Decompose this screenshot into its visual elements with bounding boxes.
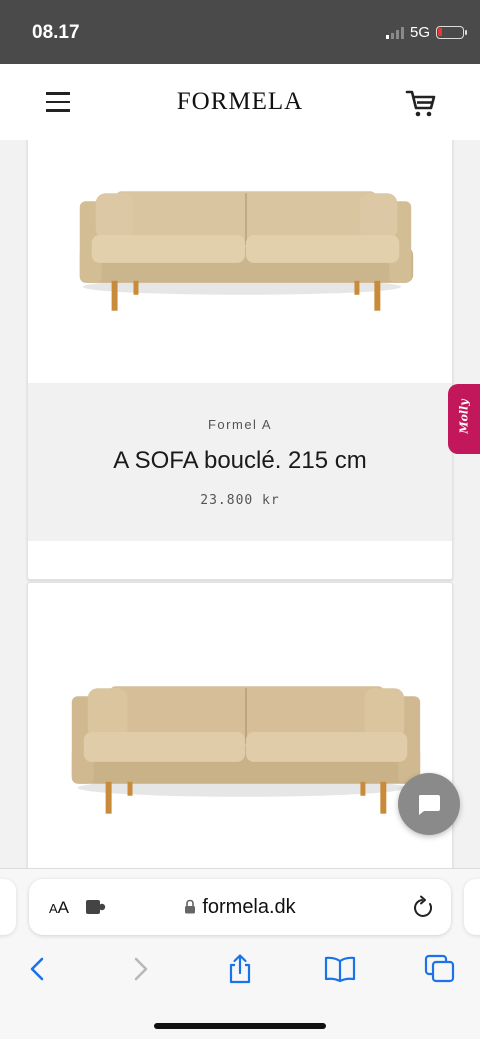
reload-icon[interactable] xyxy=(413,895,435,919)
product-list: Formel A A SOFA bouclé. 215 cm 23.800 kr xyxy=(0,140,480,868)
bookmarks-icon xyxy=(324,956,356,983)
chat-button[interactable] xyxy=(398,773,460,835)
bookmarks-button[interactable] xyxy=(320,949,360,989)
product-image[interactable] xyxy=(28,668,452,818)
browser-toolbar: AA formela.dk xyxy=(0,868,480,1039)
home-indicator xyxy=(154,1023,326,1029)
url-text: formela.dk xyxy=(202,896,296,918)
molly-side-tab[interactable]: Molly xyxy=(448,384,480,454)
status-bar: 08.17 5G xyxy=(0,0,480,64)
product-card[interactable] xyxy=(27,582,453,868)
forward-button[interactable] xyxy=(120,949,160,989)
chat-bubble-icon xyxy=(419,795,440,815)
status-indicators: 5G xyxy=(385,24,467,41)
back-icon xyxy=(30,957,44,981)
battery-icon xyxy=(436,26,467,39)
molly-label: Molly xyxy=(457,399,471,434)
product-name[interactable]: A SOFA bouclé. 215 cm xyxy=(28,447,452,475)
product-card[interactable]: Formel A A SOFA bouclé. 215 cm 23.800 kr xyxy=(27,140,453,580)
forward-icon xyxy=(134,957,148,981)
network-label: 5G xyxy=(409,24,430,41)
url-display[interactable]: formela.dk xyxy=(29,896,451,919)
site-header: FORMELA xyxy=(0,64,480,140)
status-time: 08.17 xyxy=(32,22,80,43)
signal-icon xyxy=(385,26,404,39)
product-info[interactable]: Formel A A SOFA bouclé. 215 cm 23.800 kr xyxy=(28,383,452,541)
product-brand: Formel A xyxy=(207,417,272,432)
previous-tab-preview[interactable] xyxy=(0,879,16,935)
product-price: 23.800 kr xyxy=(200,493,280,508)
product-image[interactable] xyxy=(28,177,452,317)
share-button[interactable] xyxy=(220,949,260,989)
shopping-cart-icon[interactable] xyxy=(404,86,438,120)
browser-nav-row xyxy=(0,949,480,989)
next-tab-preview[interactable] xyxy=(464,879,480,935)
tabs-button[interactable] xyxy=(420,949,460,989)
address-bar[interactable]: AA formela.dk xyxy=(29,879,451,935)
lock-icon xyxy=(185,899,196,914)
tabs-icon xyxy=(424,954,455,983)
share-icon xyxy=(229,954,251,984)
back-button[interactable] xyxy=(18,949,58,989)
